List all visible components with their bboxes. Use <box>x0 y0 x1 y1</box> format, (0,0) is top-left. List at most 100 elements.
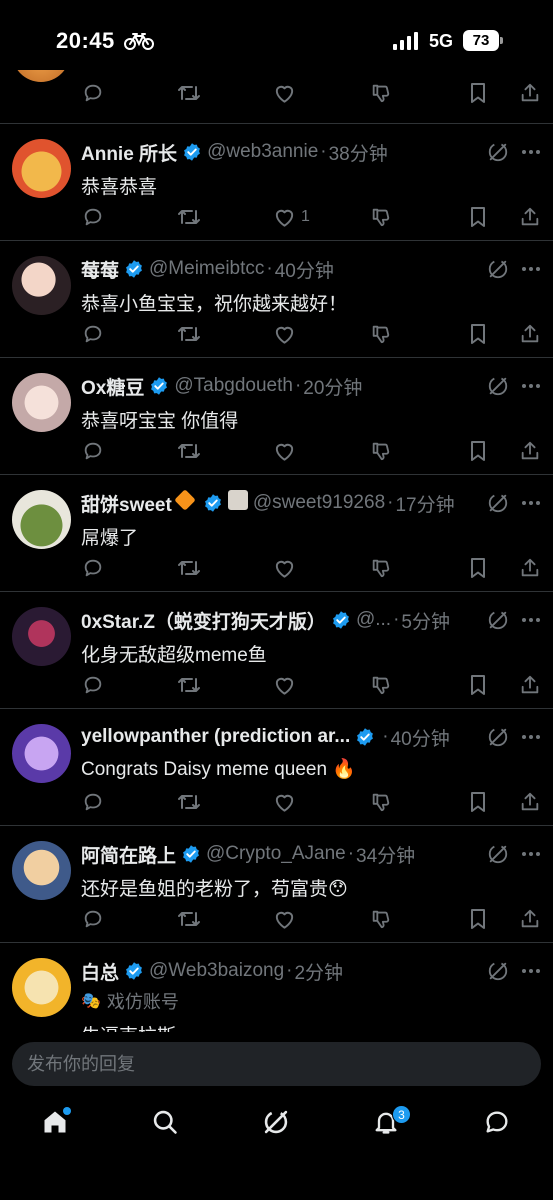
tab-search[interactable] <box>151 1108 179 1141</box>
dislike-button[interactable] <box>370 557 392 579</box>
grok-icon[interactable] <box>487 726 509 748</box>
reply-button[interactable] <box>82 791 104 813</box>
more-icon[interactable] <box>521 728 541 746</box>
tab-notifications[interactable]: 3 <box>372 1105 411 1141</box>
avatar[interactable] <box>12 724 71 783</box>
share-button[interactable] <box>519 82 541 104</box>
author-handle[interactable]: @... <box>356 609 391 631</box>
author-handle[interactable]: @sweet919268 <box>253 492 385 514</box>
like-button[interactable] <box>273 908 301 930</box>
like-button[interactable] <box>273 674 301 696</box>
post-age[interactable]: 2分钟 <box>294 958 343 985</box>
post-age[interactable]: 20分钟 <box>303 373 362 400</box>
retweet-button[interactable] <box>177 674 201 696</box>
more-icon[interactable] <box>521 377 541 395</box>
avatar[interactable] <box>12 139 71 198</box>
more-icon[interactable] <box>521 494 541 512</box>
bookmark-button[interactable] <box>468 206 488 228</box>
bookmark-button[interactable] <box>468 323 488 345</box>
reply-button[interactable] <box>82 82 104 104</box>
list-item[interactable]: 阿简在路上 @Crypto_AJane · 34分钟 还好是鱼姐的老粉了，苟富贵… <box>0 826 553 943</box>
tab-grok[interactable] <box>262 1108 290 1141</box>
reply-button[interactable] <box>82 323 104 345</box>
author-name[interactable]: 阿简在路上 <box>81 841 176 868</box>
author-name[interactable]: 莓莓 <box>81 256 119 283</box>
author-name[interactable]: yellowpanther (prediction ar... <box>81 726 350 748</box>
share-button[interactable] <box>519 557 541 579</box>
grok-icon[interactable] <box>487 141 509 163</box>
like-button[interactable] <box>273 791 301 813</box>
dislike-button[interactable] <box>370 674 392 696</box>
post-age[interactable]: 40分钟 <box>391 724 450 751</box>
dislike-button[interactable] <box>370 82 392 104</box>
share-button[interactable] <box>519 440 541 462</box>
retweet-button[interactable] <box>177 908 201 930</box>
more-icon[interactable] <box>521 962 541 980</box>
avatar[interactable] <box>12 841 71 900</box>
share-button[interactable] <box>519 791 541 813</box>
author-name[interactable]: 白总 <box>81 958 119 985</box>
dislike-button[interactable] <box>370 791 392 813</box>
retweet-button[interactable] <box>177 206 201 228</box>
dislike-button[interactable] <box>370 206 392 228</box>
list-item[interactable]: yellowpanther (prediction ar... · 40分钟 C… <box>0 709 553 826</box>
more-icon[interactable] <box>521 845 541 863</box>
like-button[interactable]: 1 <box>273 206 310 228</box>
author-name[interactable]: 0xStar.Z（蜕变打狗天才版） <box>81 607 326 634</box>
author-name[interactable]: Annie 所长 <box>81 139 177 166</box>
avatar[interactable] <box>12 256 71 315</box>
author-name[interactable]: 甜饼sweet <box>81 490 172 517</box>
retweet-button[interactable] <box>177 557 201 579</box>
bookmark-button[interactable] <box>468 908 488 930</box>
more-icon[interactable] <box>521 260 541 278</box>
reply-button[interactable] <box>82 440 104 462</box>
list-item[interactable]: 莓莓 @Meimeibtcc · 40分钟 恭喜小鱼宝宝，祝你越来越好！ <box>0 241 553 358</box>
avatar[interactable] <box>12 373 71 432</box>
post-age[interactable]: 5分钟 <box>401 607 450 634</box>
like-button[interactable] <box>273 440 301 462</box>
avatar[interactable] <box>12 490 71 549</box>
retweet-button[interactable] <box>177 323 201 345</box>
dislike-button[interactable] <box>370 323 392 345</box>
tab-messages[interactable] <box>483 1108 511 1141</box>
share-button[interactable] <box>519 674 541 696</box>
dislike-button[interactable] <box>370 908 392 930</box>
bookmark-button[interactable] <box>468 791 488 813</box>
reply-button[interactable] <box>82 557 104 579</box>
tab-home[interactable] <box>41 1107 71 1141</box>
bookmark-button[interactable] <box>468 440 488 462</box>
reply-feed[interactable]: Annie 所长 @web3annie · 38分钟 恭喜恭喜 1 莓莓 @Me… <box>0 70 553 1032</box>
retweet-button[interactable] <box>177 791 201 813</box>
avatar[interactable] <box>12 70 70 82</box>
share-button[interactable] <box>519 206 541 228</box>
more-icon[interactable] <box>521 611 541 629</box>
grok-icon[interactable] <box>487 375 509 397</box>
reply-button[interactable] <box>82 206 104 228</box>
post-age[interactable]: 34分钟 <box>356 841 415 868</box>
retweet-button[interactable] <box>177 440 201 462</box>
post-age[interactable]: 17分钟 <box>395 490 454 517</box>
list-item[interactable]: 白总 @Web3baizong · 2分钟 🎭 戏仿账号 牛逼克拉斯 <box>0 943 553 1032</box>
author-handle[interactable]: @Web3baizong <box>149 960 284 982</box>
list-item[interactable]: 甜饼sweet @sweet919268 · 17分钟 屌爆了 <box>0 475 553 592</box>
author-handle[interactable]: @Crypto_AJane <box>206 843 346 865</box>
author-handle[interactable]: @web3annie <box>207 141 318 163</box>
list-item[interactable]: Annie 所长 @web3annie · 38分钟 恭喜恭喜 1 <box>0 124 553 241</box>
dislike-button[interactable] <box>370 440 392 462</box>
like-button[interactable] <box>273 323 301 345</box>
reply-input[interactable] <box>12 1042 541 1086</box>
grok-icon[interactable] <box>487 609 509 631</box>
grok-icon[interactable] <box>487 843 509 865</box>
bookmark-button[interactable] <box>468 82 488 104</box>
share-button[interactable] <box>519 323 541 345</box>
author-name[interactable]: Ox糖豆 <box>81 373 144 400</box>
post-age[interactable]: 40分钟 <box>275 256 334 283</box>
grok-icon[interactable] <box>487 258 509 280</box>
retweet-button[interactable] <box>177 82 201 104</box>
more-icon[interactable] <box>521 143 541 161</box>
post-age[interactable]: 38分钟 <box>329 139 388 166</box>
bookmark-button[interactable] <box>468 674 488 696</box>
like-button[interactable] <box>273 82 296 104</box>
list-item[interactable] <box>0 70 553 124</box>
list-item[interactable]: 0xStar.Z（蜕变打狗天才版） @... · 5分钟 化身无敌超级meme鱼 <box>0 592 553 709</box>
